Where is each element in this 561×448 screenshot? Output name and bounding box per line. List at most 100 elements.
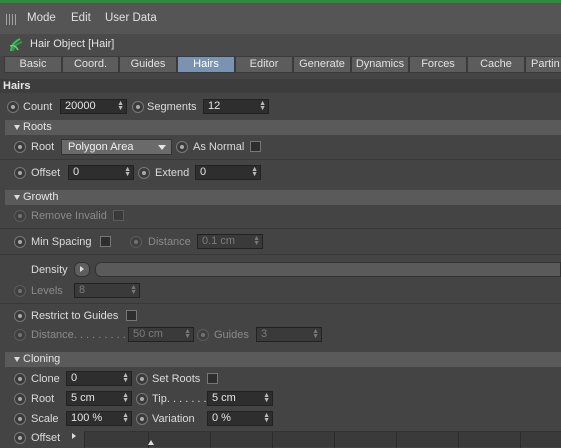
hair-object-icon <box>9 38 23 52</box>
tab-dynamics[interactable]: Dynamics <box>351 56 409 73</box>
restrict-animate-icon[interactable] <box>14 310 26 322</box>
count-animate-icon[interactable] <box>7 101 19 113</box>
offset-spline-field[interactable] <box>84 431 561 448</box>
divider <box>0 254 561 255</box>
object-title: Hair Object [Hair] <box>30 38 115 50</box>
tab-cache[interactable]: Cache <box>467 56 525 73</box>
remove-invalid-checkbox[interactable] <box>113 210 124 221</box>
tab-generate[interactable]: Generate <box>293 56 351 73</box>
density-label: Density <box>31 264 68 276</box>
clone-root-field[interactable]: 5 cm ▲ ▼ <box>66 391 132 406</box>
as-normal-label: As Normal <box>193 141 245 153</box>
divider <box>0 228 561 229</box>
spinner-icon[interactable]: ▲ ▼ <box>117 100 124 112</box>
clone-root-animate-icon[interactable] <box>14 393 26 405</box>
root-label: Root <box>31 141 55 153</box>
tab-editor[interactable]: Editor <box>235 56 293 73</box>
distance-label: Distance <box>148 236 191 248</box>
variation-field[interactable]: 0 % ▲ ▼ <box>207 411 273 426</box>
spinner-icon[interactable]: ▲ ▼ <box>259 100 266 112</box>
tip-field[interactable]: 5 cm ▲ ▼ <box>207 391 273 406</box>
density-expand-icon[interactable] <box>74 262 90 277</box>
clone-offset-animate-icon[interactable] <box>14 432 26 444</box>
spinner-icon[interactable]: ▲ ▼ <box>263 412 270 424</box>
count-field[interactable]: 20000 ▲ ▼ <box>60 99 127 114</box>
extend-animate-icon[interactable] <box>138 167 150 179</box>
levels-animate-icon[interactable] <box>14 285 26 297</box>
growth-group-header[interactable]: Growth <box>5 190 561 205</box>
spinner-icon[interactable]: ▲ ▼ <box>130 284 137 296</box>
spinner-icon[interactable]: ▲ ▼ <box>253 235 260 247</box>
menu-mode[interactable]: Mode <box>27 12 56 24</box>
roots-group-header[interactable]: Roots <box>5 120 561 135</box>
object-header: Hair Object [Hair] <box>0 34 561 56</box>
guides-animate-icon[interactable] <box>197 329 209 341</box>
expand-arrow-icon[interactable] <box>72 433 76 439</box>
offset-field[interactable]: 0 ▲ ▼ <box>68 165 134 180</box>
tab-hairs[interactable]: Hairs <box>177 56 235 73</box>
spinner-icon[interactable]: ▲ ▼ <box>184 328 191 340</box>
segments-field[interactable]: 12 ▲ ▼ <box>203 99 269 114</box>
root-dropdown[interactable]: Polygon Area <box>61 139 172 155</box>
as-normal-animate-icon[interactable] <box>176 141 188 153</box>
set-roots-checkbox[interactable] <box>207 373 218 384</box>
menu-edit[interactable]: Edit <box>71 12 91 24</box>
spinner-icon[interactable]: ▲ ▼ <box>124 166 131 178</box>
root-animate-icon[interactable] <box>14 141 26 153</box>
restrict-to-guides-checkbox[interactable] <box>126 310 137 321</box>
divider <box>0 159 561 160</box>
segments-animate-icon[interactable] <box>132 101 144 113</box>
collapse-triangle-icon[interactable] <box>14 124 20 130</box>
tab-guides[interactable]: Guides <box>119 56 177 73</box>
spinner-icon[interactable]: ▲ ▼ <box>122 412 129 424</box>
tab-basic[interactable]: Basic <box>4 56 62 73</box>
levels-label: Levels <box>31 285 63 297</box>
set-roots-label: Set Roots <box>152 373 201 385</box>
density-spline-field[interactable] <box>95 262 561 277</box>
distance2-animate-icon[interactable] <box>14 329 26 341</box>
extend-field[interactable]: 0 ▲ ▼ <box>195 165 261 180</box>
spinner-icon[interactable]: ▲ ▼ <box>122 372 129 384</box>
dropdown-arrow-icon[interactable] <box>158 145 166 150</box>
collapse-triangle-icon[interactable] <box>14 194 20 200</box>
clone-offset-label: Offset <box>31 432 61 444</box>
offset-label: Offset <box>31 167 61 179</box>
scale-animate-icon[interactable] <box>14 413 26 425</box>
remove-invalid-animate-icon[interactable] <box>14 210 26 222</box>
tab-forces[interactable]: Forces <box>409 56 467 73</box>
offset-animate-icon[interactable] <box>14 167 26 179</box>
menu-user-data[interactable]: User Data <box>105 12 157 24</box>
distance-animate-icon[interactable] <box>130 236 142 248</box>
tip-animate-icon[interactable] <box>136 393 148 405</box>
min-spacing-checkbox[interactable] <box>100 236 111 247</box>
as-normal-checkbox[interactable] <box>250 141 261 152</box>
spinner-icon[interactable]: ▲ ▼ <box>122 392 129 404</box>
spinner-icon[interactable]: ▲ ▼ <box>263 392 270 404</box>
remove-invalid-label: Remove Invalid <box>31 210 107 222</box>
scale-field[interactable]: 100 % ▲ ▼ <box>66 411 132 426</box>
set-roots-animate-icon[interactable] <box>136 373 148 385</box>
tab-coord[interactable]: Coord. <box>62 56 119 73</box>
tab-parting[interactable]: Partin <box>525 56 561 73</box>
spline-marker-icon[interactable] <box>148 440 154 445</box>
collapse-triangle-icon[interactable] <box>14 356 20 362</box>
restrict-distance-field[interactable]: 50 cm ▲ ▼ <box>128 327 194 342</box>
clone-animate-icon[interactable] <box>14 373 26 385</box>
spinner-icon[interactable]: ▲ ▼ <box>312 328 319 340</box>
menu-bar: Mode Edit User Data <box>0 0 561 34</box>
levels-field[interactable]: 8 ▲ ▼ <box>74 283 140 298</box>
variation-animate-icon[interactable] <box>136 413 148 425</box>
min-spacing-animate-icon[interactable] <box>14 236 26 248</box>
min-spacing-label: Min Spacing <box>31 236 92 248</box>
spinner-icon[interactable]: ▲ ▼ <box>251 166 258 178</box>
clone-field[interactable]: 0 ▲ ▼ <box>66 371 132 386</box>
guides-field[interactable]: 3 ▲ ▼ <box>256 327 322 342</box>
grip-icon[interactable] <box>6 14 18 25</box>
tip-label: Tip. . . . . . . <box>152 393 207 405</box>
cloning-group-header[interactable]: Cloning <box>5 352 561 367</box>
restrict-to-guides-label: Restrict to Guides <box>31 310 119 322</box>
restrict-distance-label: Distance. . . . . . . . . <box>31 329 126 341</box>
distance-field[interactable]: 0.1 cm ▲ ▼ <box>197 234 263 249</box>
scale-label: Scale <box>31 413 59 425</box>
clone-label: Clone <box>31 373 60 385</box>
